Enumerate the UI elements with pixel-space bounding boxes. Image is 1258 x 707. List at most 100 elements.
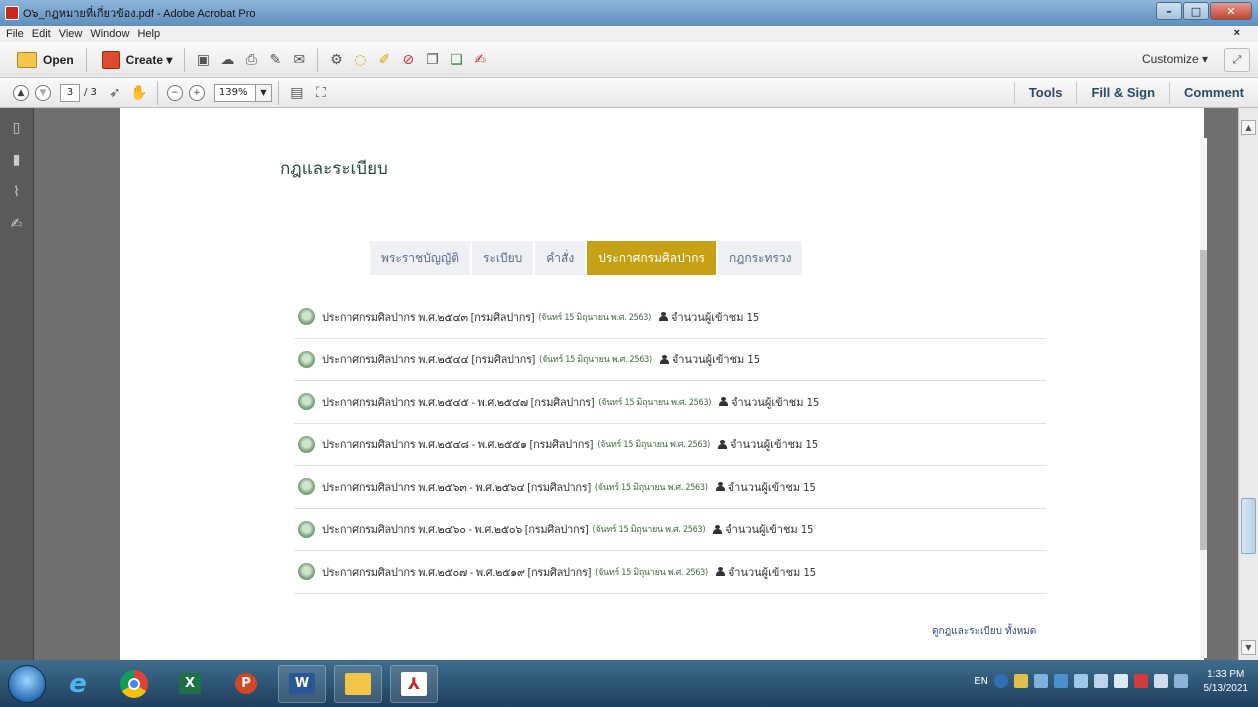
powerpoint-icon[interactable]: P <box>222 665 270 703</box>
upload-cloud-icon[interactable]: ☁ <box>218 51 236 69</box>
hand-tool-icon[interactable]: ✋ <box>130 84 148 102</box>
pages-icon[interactable]: ▯ <box>8 120 26 140</box>
redact-icon[interactable]: ⊘ <box>399 51 417 69</box>
list-item[interactable]: ประกาศกรมศิลปากร พ.ศ.๒๕๔๘ - พ.ศ.๒๕๕๑ [กร… <box>294 424 1046 466</box>
document-close-icon[interactable]: × <box>1234 27 1240 39</box>
email-icon[interactable]: ✉ <box>290 51 308 69</box>
item-title[interactable]: ประกาศกรมศิลปากร พ.ศ.๒๕๔๓ [กรมศิลปากร] <box>322 308 535 326</box>
maximize-button[interactable]: □ <box>1183 2 1209 20</box>
flag-action-icon[interactable] <box>1154 674 1168 688</box>
select-cursor-icon[interactable]: ➶ <box>106 84 124 102</box>
menu-view[interactable]: View <box>59 28 83 40</box>
clock-date: 5/13/2021 <box>1203 683 1249 694</box>
list-item[interactable]: ประกาศกรมศิลปากร พ.ศ.๒๕๐๗ - พ.ศ.๒๕๑๙ [กร… <box>294 551 1046 594</box>
settings-gear-icon[interactable]: ⚙ <box>327 51 345 69</box>
scroll-down-icon[interactable]: ▼ <box>1241 640 1256 655</box>
previous-page-icon[interactable]: ▲ <box>13 84 29 101</box>
menu-file[interactable]: File <box>6 28 24 40</box>
menu-window[interactable]: Window <box>90 28 129 40</box>
power-icon[interactable] <box>1174 674 1188 688</box>
expand-icon[interactable]: ⤢ <box>1224 48 1250 72</box>
item-title[interactable]: ประกาศกรมศิลปากร พ.ศ.๒๔๖๐ - พ.ศ.๒๕๐๖ [กร… <box>322 520 589 538</box>
zoom-level-input[interactable]: 139% <box>213 83 256 102</box>
create-label: Create ▾ <box>125 52 173 67</box>
next-page-icon[interactable]: ▼ <box>35 84 51 101</box>
tab-ministerial-regulations[interactable]: กฎกระทรวง <box>718 241 803 275</box>
page-inner-scrollbar[interactable] <box>1200 138 1207 658</box>
scroll-thumb[interactable] <box>1241 498 1256 554</box>
combine-icon[interactable]: ❏ <box>447 51 465 69</box>
list-item[interactable]: ประกาศกรมศิลปากร พ.ศ.๒๕๔๓ [กรมศิลปากร] (… <box>294 296 1046 339</box>
page-number-input[interactable]: 3 <box>60 83 80 102</box>
tools-tab[interactable]: Tools <box>1013 82 1077 104</box>
item-views: จำนวนผู้เข้าชม 15 <box>727 565 817 579</box>
navigation-toolbar: ▲ ▼ 3 / 3 ➶ ✋ − + 139% ▼ ▤ ⛶ Tools Fill … <box>0 78 1258 108</box>
display-icon[interactable] <box>1094 674 1108 688</box>
minimize-button[interactable]: – <box>1156 2 1182 20</box>
item-title[interactable]: ประกาศกรมศิลปากร พ.ศ.๒๕๖๓ - พ.ศ.๒๕๖๔ [กร… <box>322 478 591 496</box>
open-button[interactable]: Open <box>8 47 80 73</box>
comment-bubble-icon[interactable]: ◌ <box>351 51 369 69</box>
menu-edit[interactable]: Edit <box>32 28 51 40</box>
document-icon[interactable]: ❐ <box>423 51 441 69</box>
save-icon[interactable]: ▣ <box>194 51 212 69</box>
word-icon[interactable]: W <box>278 664 326 703</box>
window-titlebar: O๖_กฎหมายที่เกี่ยวข้อง.pdf - Adobe Acrob… <box>0 0 1258 26</box>
item-title[interactable]: ประกาศกรมศิลปากร พ.ศ.๒๕๐๗ - พ.ศ.๒๕๑๙ [กร… <box>322 563 591 581</box>
tab-fine-arts-announcements[interactable]: ประกาศกรมศิลปากร <box>587 241 717 275</box>
full-screen-icon[interactable]: ⛶ <box>312 84 330 102</box>
tab-regulations[interactable]: ระเบียบ <box>472 241 534 275</box>
zoom-in-icon[interactable]: + <box>188 84 205 101</box>
print-icon[interactable]: ⎙ <box>242 51 260 69</box>
create-button[interactable]: Create ▾ <box>93 47 179 73</box>
chrome-icon[interactable] <box>110 665 158 703</box>
toolbar-divider <box>85 47 87 72</box>
volume-icon[interactable] <box>1114 674 1128 688</box>
zoom-out-icon[interactable]: − <box>166 84 183 101</box>
network-icon[interactable] <box>1034 674 1048 688</box>
internet-explorer-icon[interactable]: e <box>54 665 102 703</box>
bookmark-icon[interactable]: ▮ <box>8 152 26 172</box>
document-scrollbar[interactable]: ▲ ▼ <box>1238 108 1258 660</box>
excel-icon[interactable]: X <box>166 665 214 703</box>
scroll-up-icon[interactable]: ▲ <box>1241 120 1256 135</box>
customize-dropdown[interactable]: Customize ▾ <box>1142 52 1208 66</box>
start-button[interactable] <box>8 664 46 703</box>
sync-icon[interactable] <box>1074 674 1088 688</box>
menu-help[interactable]: Help <box>137 28 160 40</box>
comment-tab[interactable]: Comment <box>1169 82 1258 104</box>
close-button[interactable]: ✕ <box>1210 2 1252 20</box>
file-explorer-icon[interactable] <box>334 664 382 703</box>
list-item[interactable]: ประกาศกรมศิลปากร พ.ศ.๒๔๖๐ - พ.ศ.๒๕๐๖ [กร… <box>294 509 1046 551</box>
system-clock[interactable]: 1:33 PM 5/13/2021 <box>1204 668 1249 696</box>
seal-icon <box>298 350 315 368</box>
attachment-icon[interactable]: ⌇ <box>8 184 26 204</box>
edit-icon[interactable]: ✎ <box>266 51 284 69</box>
form-icon[interactable]: ✍ <box>471 51 489 69</box>
list-item[interactable]: ประกาศกรมศิลปากร พ.ศ.๒๕๔๔ [กรมศิลปากร] (… <box>294 339 1046 381</box>
person-icon <box>715 482 725 492</box>
tab-acts[interactable]: พระราชบัญญัติ <box>370 241 470 275</box>
signature-icon[interactable]: ✍ <box>8 216 26 236</box>
item-date: (จันทร์ 15 มิถุนายน พ.ศ. 2563) <box>597 440 710 451</box>
view-all-link[interactable]: ดูกฎและระเบียบ ทั้งหมด <box>932 624 1036 639</box>
acrobat-taskbar-icon[interactable]: ⅄ <box>390 664 438 703</box>
tab-orders[interactable]: คำสั่ง <box>535 241 586 275</box>
shield-icon[interactable] <box>1054 674 1068 688</box>
fit-page-icon[interactable]: ▤ <box>288 84 306 102</box>
item-title[interactable]: ประกาศกรมศิลปากร พ.ศ.๒๕๔๕ - พ.ศ.๒๕๔๗ [กร… <box>322 393 595 411</box>
list-item[interactable]: ประกาศกรมศิลปากร พ.ศ.๒๕๔๕ - พ.ศ.๒๕๔๗ [กร… <box>294 381 1046 424</box>
list-item[interactable]: ประกาศกรมศิลปากร พ.ศ.๒๕๖๓ - พ.ศ.๒๕๖๔ [กร… <box>294 466 1046 509</box>
page-inner-scroll-thumb[interactable] <box>1200 250 1207 550</box>
help-icon[interactable] <box>994 674 1008 688</box>
item-title[interactable]: ประกาศกรมศิลปากร พ.ศ.๒๕๔๔ [กรมศิลปากร] <box>322 350 535 368</box>
antivirus-icon[interactable] <box>1134 674 1148 688</box>
fill-sign-tab[interactable]: Fill & Sign <box>1076 82 1169 104</box>
highlight-icon[interactable]: ✐ <box>375 51 393 69</box>
window-title: O๖_กฎหมายที่เกี่ยวข้อง.pdf - Adobe Acrob… <box>23 8 256 20</box>
flag-icon[interactable] <box>1014 674 1028 688</box>
item-date: (จันทร์ 15 มิถุนายน พ.ศ. 2563) <box>595 567 708 578</box>
language-indicator[interactable]: EN <box>974 676 988 687</box>
zoom-dropdown-icon[interactable]: ▼ <box>255 83 272 102</box>
item-title[interactable]: ประกาศกรมศิลปากร พ.ศ.๒๕๔๘ - พ.ศ.๒๕๕๑ [กร… <box>322 435 594 453</box>
